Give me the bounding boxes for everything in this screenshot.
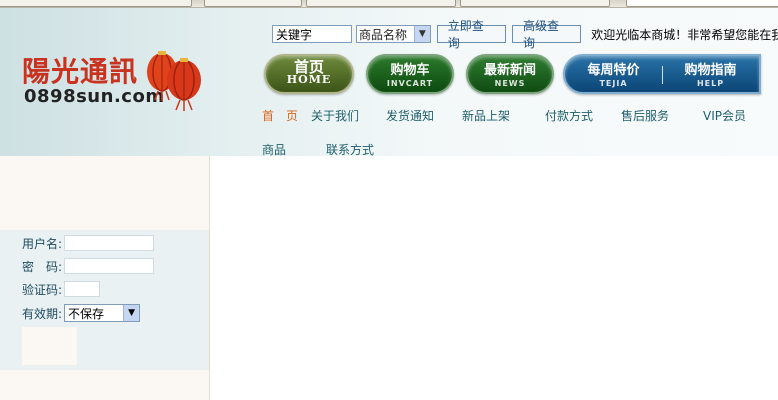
captcha-label: 验证码: [22, 282, 63, 297]
captcha-input[interactable] [64, 281, 101, 297]
welcome-text: 欢迎光临本商城！非常希望您能在我们商城 [591, 27, 778, 42]
subnav-new-arrivals[interactable]: 新品上架 [462, 107, 510, 124]
left-sidebar: 用户名: 密 码: 验证码: 有效期: 不保存 ▼ [0, 156, 210, 400]
logo-name: 陽光通訊 [22, 55, 139, 88]
search-bar: 商品名称 ▼ 立即查询 高级查询 欢迎光临本商城！非常希望您能在我们商城 [272, 19, 778, 50]
keyword-input[interactable] [272, 25, 352, 43]
username-input[interactable] [64, 235, 155, 251]
browser-tab[interactable] [204, 0, 302, 7]
nav-cart-button[interactable]: 购物车 INVCART [366, 54, 454, 94]
secondary-nav-row2: 商品 联系方式 [0, 141, 778, 157]
sidebar-bottom-panel [0, 370, 209, 400]
password-label: 密 码: [22, 259, 63, 274]
nav-guide-button[interactable]: 购物指南 HELP [662, 56, 759, 92]
expiry-label: 有效期: [22, 306, 63, 321]
browser-tab[interactable] [460, 0, 610, 7]
main-content [211, 156, 778, 400]
advanced-search-button[interactable]: 高级查询 [511, 19, 582, 50]
nav-news-sublabel: NEWS [494, 79, 526, 88]
browser-tab-strip [0, 0, 778, 8]
username-row: 用户名: [22, 234, 155, 252]
search-submit-button[interactable]: 立即查询 [436, 19, 506, 50]
expiry-row: 有效期: 不保存 ▼ [22, 304, 141, 322]
subnav-home[interactable]: 首 页 [262, 107, 298, 124]
chevron-down-icon: ▼ [123, 305, 140, 321]
sidebar-top-panel [0, 156, 209, 230]
expiry-select[interactable]: 不保存 ▼ [64, 304, 141, 322]
browser-tab-active[interactable] [626, 0, 778, 7]
chevron-down-icon: ▼ [413, 26, 430, 42]
nav-news-label: 最新新闻 [483, 63, 536, 78]
subnav-shipping[interactable]: 发货通知 [386, 107, 434, 124]
nav-special-label: 每周特价 [587, 63, 640, 78]
captcha-row: 验证码: [22, 280, 101, 298]
browser-tab[interactable] [0, 0, 192, 7]
nav-cart-label: 购物车 [390, 63, 430, 78]
nav-home-button[interactable]: 首页 HOME [264, 54, 354, 94]
nav-special-sublabel: TEJIA [599, 79, 628, 88]
search-field-value: 商品名称 [359, 27, 408, 42]
login-button[interactable] [22, 327, 77, 365]
welcome-marquee: 欢迎光临本商城！非常希望您能在我们商城 [591, 26, 778, 43]
lantern-icon [147, 51, 201, 111]
password-row: 密 码: [22, 257, 155, 275]
password-input[interactable] [64, 258, 155, 274]
subnav-vip[interactable]: VIP会员 [703, 107, 746, 124]
nav-news-button[interactable]: 最新新闻 NEWS [466, 54, 554, 94]
nav-home-sublabel: HOME [286, 73, 332, 86]
subnav-after-sales[interactable]: 售后服务 [621, 107, 669, 124]
nav-special-guide-group: 每周特价 TEJIA 购物指南 HELP [563, 54, 761, 94]
search-field-select[interactable]: 商品名称 ▼ [356, 25, 431, 43]
site-header: 陽光通訊 0898sun.com 商品名称 ▼ 立即查询 高级查询 欢迎光临本商… [0, 8, 778, 157]
nav-guide-sublabel: HELP [696, 79, 725, 88]
browser-tab[interactable] [306, 0, 456, 7]
subnav-payment[interactable]: 付款方式 [545, 107, 593, 124]
nav-cart-sublabel: INVCART [386, 79, 434, 88]
expiry-value: 不保存 [68, 306, 105, 321]
secondary-nav: 首 页 关于我们 发货通知 新品上架 付款方式 售后服务 VIP会员 [0, 107, 778, 123]
username-label: 用户名: [22, 236, 63, 251]
nav-guide-label: 购物指南 [684, 63, 737, 78]
nav-special-button[interactable]: 每周特价 TEJIA [565, 56, 662, 92]
subnav-about[interactable]: 关于我们 [311, 107, 359, 124]
